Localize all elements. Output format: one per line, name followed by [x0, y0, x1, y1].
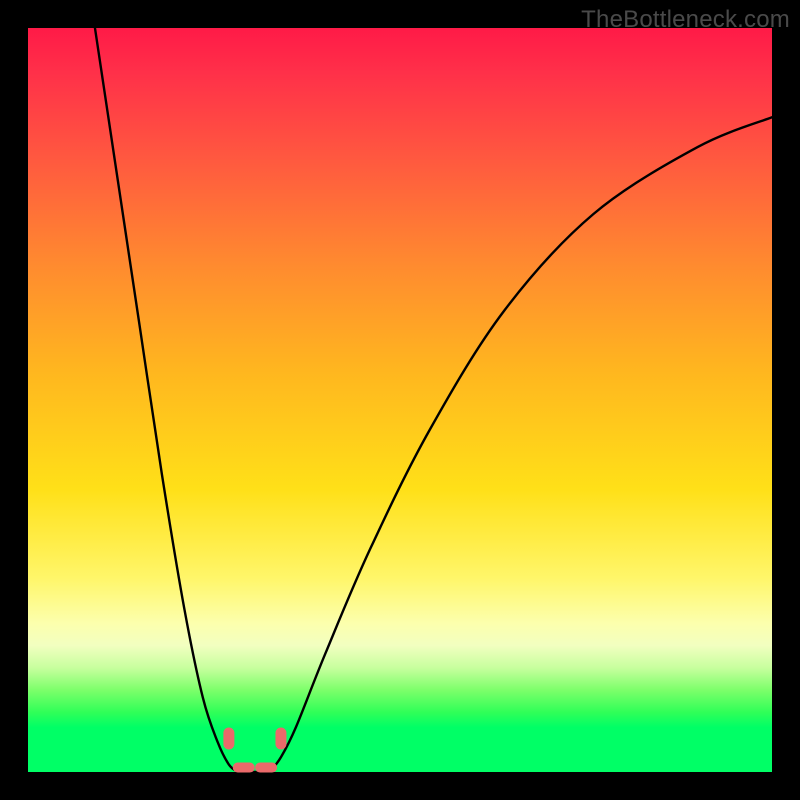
- plot-area: [28, 28, 772, 772]
- watermark-text: TheBottleneck.com: [581, 6, 790, 34]
- curve-right-branch: [270, 117, 772, 772]
- marker-bottom-right: [255, 763, 277, 773]
- marker-right-intersection: [275, 728, 286, 750]
- marker-left-intersection: [223, 728, 234, 750]
- marker-bottom-left: [233, 763, 255, 773]
- chart-frame: TheBottleneck.com: [0, 0, 800, 800]
- curves-svg: [28, 28, 772, 772]
- markers-group: [223, 728, 286, 773]
- curve-left-branch: [95, 28, 238, 772]
